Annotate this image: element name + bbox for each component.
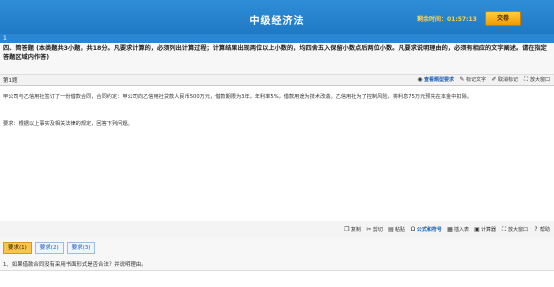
section-instructions: 四、简答题 (本类题共3小题，共18分。凡要求计算的，必须列出计算过程；计算结果… (3, 45, 547, 61)
cut-label: 剪切 (372, 227, 383, 233)
copy-label: 复制 (350, 227, 361, 233)
expand-icon: ⛶ (501, 225, 507, 233)
formula-label: 公式和符号 (416, 227, 442, 233)
copy-icon: ❐ (344, 225, 350, 233)
calculator-button[interactable]: ▣ 计算器 (474, 226, 496, 233)
table-icon: ▦ (447, 225, 453, 233)
enlarge-window-button[interactable]: ⛶ 放大窗口 (523, 76, 550, 83)
remaining-time: 剩余时间：01:57:13 (417, 16, 477, 23)
unmark-button[interactable]: ✐ 取消标记 (491, 76, 518, 83)
question-requirement: 要求：根据以上事实及相关法律的规定，回答下列问题。 (3, 121, 133, 127)
insert-table-button[interactable]: ▦ 插入表 (447, 226, 469, 233)
question-content: 甲公司与乙信用社签订了一份借款合同，合同约定：甲公司向乙信用社贷款人民币500万… (0, 85, 554, 222)
formula-icon: Ω (410, 225, 416, 233)
insert-table-label: 插入表 (453, 227, 469, 233)
tab-requirement-3[interactable]: 要求(3) (66, 242, 96, 254)
formula-button[interactable]: Ω 公式和符号 (410, 226, 442, 233)
paste-label: 粘贴 (394, 227, 405, 233)
copy-button[interactable]: ❐ 复制 (344, 226, 361, 233)
edit-toolbar: ❐ 复制 ✂ 剪切 ▤ 粘贴 Ω 公式和符号 ▦ 插入表 ▣ 计算器 ⛶ 放大窗口 ? 帮助 (0, 221, 554, 238)
answer-area[interactable] (0, 270, 554, 287)
submit-exam-button[interactable]: 交卷 (485, 11, 521, 26)
calculator-label: 计算器 (480, 227, 496, 233)
paste-button[interactable]: ▤ 粘贴 (388, 226, 405, 233)
mark-text-button[interactable]: ✎ 标记文字 (459, 76, 486, 83)
help-icon: ? (534, 225, 538, 233)
eraser-icon: ✐ (491, 75, 497, 83)
question-toolbar: 第1题 ◉ 查看题型要求 ✎ 标记文字 ✐ 取消标记 ⛶ 放大窗口 (0, 74, 554, 85)
paste-icon: ▤ (388, 225, 394, 233)
mark-text-label: 标记文字 (465, 77, 486, 83)
view-requirement-label: 查看题型要求 (423, 77, 454, 83)
view-requirement-button[interactable]: ◉ 查看题型要求 (417, 76, 454, 83)
exam-header: 中级经济法 剩余时间：01:57:13 交卷 (0, 0, 554, 34)
help-label: 帮助 (539, 227, 550, 233)
calculator-icon: ▣ (474, 225, 480, 233)
subquestion-text: 1、如果借款合同没有采用书面形式是否合法？并说明理由。 (3, 262, 147, 268)
unmark-label: 取消标记 (497, 77, 518, 83)
question-label: 第1题 (3, 78, 18, 84)
question-tools: ◉ 查看题型要求 ✎ 标记文字 ✐ 取消标记 ⛶ 放大窗口 (417, 76, 550, 83)
pencil-icon: ✎ (459, 75, 465, 83)
requirement-tabs: 要求(1) 要求(2) 要求(3) (3, 242, 96, 254)
eye-icon: ◉ (417, 75, 423, 83)
question-number-strip: 1 (0, 34, 554, 43)
edit-tools: ❐ 复制 ✂ 剪切 ▤ 粘贴 Ω 公式和符号 ▦ 插入表 ▣ 计算器 ⛶ 放大窗口 ? 帮助 (344, 226, 550, 233)
question-index: 1 (3, 35, 7, 42)
expand-icon: ⛶ (523, 75, 529, 83)
tab-requirement-2[interactable]: 要求(2) (34, 242, 64, 254)
help-button[interactable]: ? 帮助 (533, 226, 550, 233)
scissors-icon: ✂ (366, 225, 372, 233)
tab-requirement-1[interactable]: 要求(1) (3, 242, 32, 254)
enlarge-answer-label: 放大窗口 (507, 227, 528, 233)
enlarge-answer-button[interactable]: ⛶ 放大窗口 (501, 226, 528, 233)
question-text: 甲公司与乙信用社签订了一份借款合同，合同约定：甲公司向乙信用社贷款人民币500万… (3, 94, 472, 100)
cut-button[interactable]: ✂ 剪切 (366, 226, 383, 233)
enlarge-window-label: 放大窗口 (529, 77, 550, 83)
